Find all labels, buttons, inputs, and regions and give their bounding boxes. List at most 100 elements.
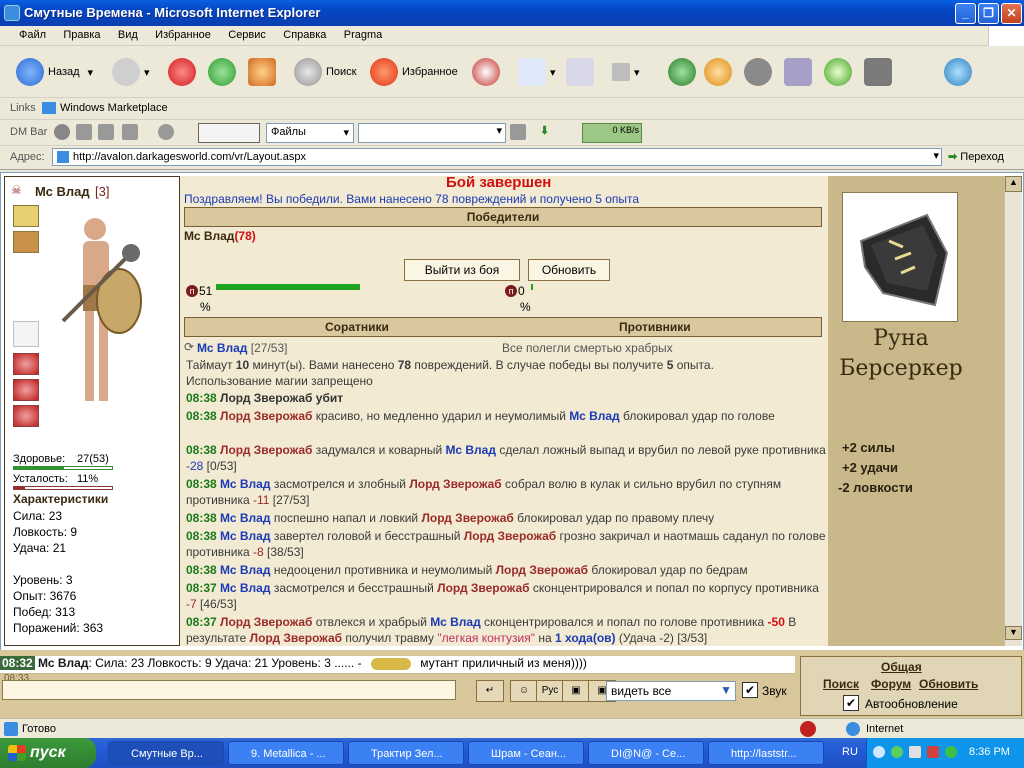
taskbar-item[interactable]: DI@N@ - Се...: [588, 741, 704, 765]
log-enemy[interactable]: Лорд Зверожаб: [437, 581, 529, 595]
armor-slot-icon[interactable]: [13, 231, 39, 253]
clear-button[interactable]: ▣: [562, 680, 590, 702]
maximize-button[interactable]: ❐: [978, 3, 999, 24]
log-text: недооценил противника и неумолимый: [270, 563, 496, 577]
potion-slot-icon[interactable]: [13, 405, 39, 427]
gloves-slot-icon[interactable]: [13, 205, 39, 227]
ally-name[interactable]: Мс Влад: [197, 341, 247, 355]
home-button[interactable]: [248, 54, 280, 90]
potion-slot-icon[interactable]: [13, 353, 39, 375]
scroll-up-arrow[interactable]: ▲: [1005, 176, 1022, 192]
send-button[interactable]: ↵: [476, 680, 504, 702]
close-button[interactable]: ✕: [1001, 3, 1022, 24]
menu-favorites[interactable]: Избранное: [148, 26, 218, 44]
minimize-button[interactable]: _: [955, 3, 976, 24]
print-button[interactable]: [566, 54, 598, 90]
refresh-button[interactable]: [208, 54, 240, 90]
winner-name[interactable]: Мс Влад: [184, 229, 234, 243]
log-text: блокировал удар по правому плечу: [513, 511, 715, 525]
email-at-button[interactable]: [704, 54, 736, 90]
log-player[interactable]: Мс Влад: [220, 477, 270, 491]
search-link[interactable]: Поиск: [823, 677, 859, 691]
icq-tray-icon[interactable]: [891, 746, 903, 758]
log-enemy[interactable]: Лорд Зверожаб: [496, 563, 588, 577]
log-player[interactable]: Мс Влад: [220, 529, 270, 543]
sound-checkbox[interactable]: ✔: [742, 682, 758, 698]
taskbar-item[interactable]: 9. Metallica - ...: [228, 741, 344, 765]
menu-edit[interactable]: Правка: [56, 26, 107, 44]
menu-view[interactable]: Вид: [111, 26, 145, 44]
search-button[interactable]: Поиск: [294, 54, 356, 90]
messenger-users-button[interactable]: [944, 54, 976, 90]
scroll-down-arrow[interactable]: ▼: [1005, 626, 1022, 640]
general-link[interactable]: Общая: [881, 660, 922, 674]
menu-file[interactable]: Файл: [12, 26, 53, 44]
log-enemy[interactable]: Лорд Зверожаб: [250, 631, 342, 645]
forward-button[interactable]: ▾: [112, 54, 150, 90]
log-enemy[interactable]: Лорд Зверожаб: [220, 443, 312, 457]
translit-button[interactable]: Рус: [536, 680, 564, 702]
menu-tools[interactable]: Сервис: [221, 26, 273, 44]
menu-help[interactable]: Справка: [276, 26, 333, 44]
windows-marketplace-link[interactable]: Windows Marketplace: [42, 102, 168, 115]
log-player[interactable]: Мс Влад: [220, 511, 270, 525]
tray-icon[interactable]: [927, 746, 939, 758]
taskbar-item[interactable]: http://laststr...: [708, 741, 824, 765]
tray-icon[interactable]: [909, 746, 921, 758]
edit-button[interactable]: ▾: [612, 54, 640, 90]
taskbar-item[interactable]: Трактир Зел...: [348, 741, 464, 765]
log-player[interactable]: Мс Влад: [569, 409, 619, 423]
content-scrollbar[interactable]: ▲ ▼: [1004, 176, 1022, 646]
add-icon[interactable]: [76, 124, 92, 140]
taskbar-item[interactable]: Шрам - Сеан...: [468, 741, 584, 765]
back-button[interactable]: Назад ▾: [16, 54, 93, 90]
refresh-link[interactable]: Обновить: [919, 677, 978, 691]
url-field[interactable]: http://avalon.darkagesworld.com/vr/Layou…: [52, 148, 942, 166]
messenger-button[interactable]: [668, 54, 700, 90]
home-small-icon[interactable]: [122, 124, 138, 140]
download-arrow-icon[interactable]: ⬇: [540, 124, 556, 140]
taskbar-item[interactable]: Смутные Вр...: [108, 741, 224, 765]
mail-button[interactable]: ▾: [518, 54, 556, 90]
log-enemy[interactable]: Лорд Зверожаб: [421, 511, 513, 525]
log-player[interactable]: Мс Влад: [220, 563, 270, 577]
history-button[interactable]: [472, 54, 504, 90]
log-player[interactable]: Мс Влад: [446, 443, 496, 457]
stop-button[interactable]: [168, 54, 200, 90]
log-enemy[interactable]: Лорд Зверожаб: [220, 409, 312, 423]
refresh-battle-button[interactable]: Обновить: [528, 259, 610, 281]
forum-link[interactable]: Форум: [871, 677, 911, 691]
search-small-icon[interactable]: [510, 124, 526, 140]
log-player[interactable]: Мс Влад: [430, 615, 480, 629]
globe-icon[interactable]: [54, 124, 70, 140]
copy-icon[interactable]: [98, 124, 114, 140]
popup-blocked-icon[interactable]: [800, 721, 816, 737]
player-name[interactable]: Мс Влад: [35, 184, 90, 199]
tray-chevron-icon[interactable]: [873, 746, 885, 758]
icq-button[interactable]: [824, 54, 856, 90]
log-enemy[interactable]: Лорд Зверожаб: [409, 477, 501, 491]
chat-name[interactable]: Мс Влад: [38, 656, 88, 670]
dm-search-input[interactable]: ▾: [358, 123, 506, 143]
language-indicator[interactable]: RU: [842, 746, 858, 758]
log-enemy[interactable]: Лорд Зверожаб: [220, 615, 312, 629]
chat-filter-select[interactable]: видеть все ▼: [606, 681, 736, 701]
potion-slot-icon[interactable]: [13, 379, 39, 401]
auto-refresh-checkbox[interactable]: ✔: [843, 695, 859, 711]
chat-input[interactable]: [2, 680, 456, 700]
settings-icon[interactable]: [158, 124, 174, 140]
smile-button[interactable]: ☺: [510, 680, 538, 702]
empty-slot[interactable]: [13, 321, 39, 347]
files-dropdown[interactable]: Файлы ▾: [266, 123, 354, 143]
log-player[interactable]: Мс Влад: [220, 581, 270, 595]
tool-button-2[interactable]: [784, 54, 816, 90]
menu-pragma[interactable]: Pragma: [337, 26, 390, 44]
tool-button-1[interactable]: [744, 54, 776, 90]
tool-button-3[interactable]: [864, 54, 896, 90]
favorites-button[interactable]: Избранное: [370, 54, 458, 90]
download-indicator[interactable]: [198, 123, 260, 143]
exit-battle-button[interactable]: Выйти из боя: [404, 259, 520, 281]
go-button[interactable]: ➡ Переход: [948, 150, 1004, 163]
tray-icon[interactable]: [945, 746, 957, 758]
log-enemy[interactable]: Лорд Зверожаб: [464, 529, 556, 543]
